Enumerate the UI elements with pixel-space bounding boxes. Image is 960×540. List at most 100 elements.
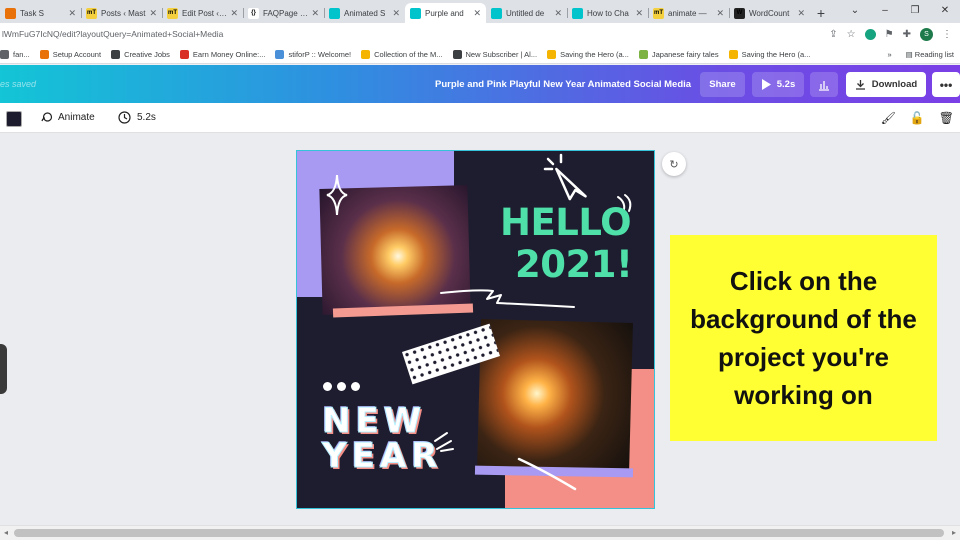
paint-format-icon[interactable]: 🖌 — [881, 111, 896, 125]
download-icon — [855, 80, 865, 90]
lock-icon[interactable]: 🔓 — [910, 111, 925, 125]
design-page[interactable]: HELLO 2021! NEW YEAR — [296, 150, 655, 509]
regenerate-icon[interactable]: ↻ — [662, 152, 686, 176]
bookmark-item[interactable]: stiforP :: Welcome! — [275, 49, 351, 59]
bookmark-item[interactable]: Collection of the M... — [361, 49, 443, 59]
new-text[interactable]: NEW — [321, 401, 426, 442]
tab-close-icon[interactable]: ✕ — [311, 8, 319, 19]
browser-tab[interactable]: Task S ✕ — [0, 3, 81, 23]
grammarly-extension-icon[interactable] — [864, 28, 876, 40]
horizontal-scrollbar[interactable]: ◂ ▸ — [0, 525, 960, 540]
tab-close-icon[interactable]: ✕ — [230, 8, 238, 19]
bookmark-item[interactable]: Earn Money Online:... — [179, 49, 265, 59]
scroll-left-arrow[interactable]: ◂ — [4, 528, 8, 537]
tab-close-icon[interactable]: ✕ — [392, 8, 400, 19]
bookmarks-overflow-icon[interactable]: » — [887, 50, 891, 59]
tab-favicon-icon: W — [734, 7, 745, 19]
animate-icon — [41, 112, 53, 122]
tab-close-icon[interactable]: ✕ — [554, 8, 562, 19]
browser-tab[interactable]: Animated S ✕ — [324, 3, 405, 23]
browser-tab[interactable]: How to Cha ✕ — [567, 3, 648, 23]
year-text[interactable]: YEAR — [321, 436, 442, 477]
scroll-right-arrow[interactable]: ▸ — [952, 528, 956, 537]
tab-title: Task S — [20, 8, 45, 18]
bookmark-star-icon[interactable]: ☆ — [847, 29, 856, 40]
profile-avatar[interactable]: S — [920, 27, 933, 41]
restore-icon[interactable]: ❐ — [900, 0, 930, 20]
bookmark-favicon-icon — [0, 49, 9, 59]
animate-button[interactable]: Animate — [40, 111, 95, 124]
share-page-icon[interactable]: ⇪ — [829, 29, 837, 40]
tab-title: FAQPage JS — [263, 8, 309, 18]
play-button[interactable]: 5.2s — [752, 72, 804, 97]
bookmark-favicon-icon — [111, 49, 121, 59]
browser-tab[interactable]: W WordCount ✕ — [729, 3, 810, 23]
decorative-dots — [323, 382, 360, 391]
extensions-puzzle-icon[interactable]: ✚ — [903, 29, 911, 40]
cursor-icon[interactable] — [539, 153, 595, 203]
insights-button[interactable] — [810, 72, 838, 97]
tab-title: Untitled de — [506, 8, 545, 18]
share-button[interactable]: Share — [700, 72, 745, 97]
tab-close-icon[interactable]: ✕ — [149, 8, 157, 19]
editor-canvas-area[interactable]: HELLO 2021! NEW YEAR ↻ Click on the back… — [0, 133, 960, 525]
reading-list-button[interactable]: ▤ Reading list — [906, 50, 954, 59]
window-controls: ⌄ – ❐ ✕ — [840, 0, 960, 20]
bookmark-label: Creative Jobs — [124, 49, 170, 59]
tab-close-icon[interactable]: ✕ — [68, 8, 76, 19]
bookmark-item[interactable]: Setup Account — [39, 49, 101, 59]
clock-icon — [118, 111, 131, 124]
tab-close-icon[interactable]: ✕ — [716, 8, 724, 19]
timing-label: 5.2s — [137, 112, 156, 123]
tab-search-icon[interactable]: ⌄ — [840, 0, 870, 20]
scrollbar-thumb[interactable] — [14, 529, 944, 537]
tab-close-icon[interactable]: ✕ — [635, 8, 643, 19]
tab-title: Purple and — [425, 8, 464, 18]
editor-toolbar: Animate 5.2s 🖌 🔓 🗑 — [0, 103, 960, 133]
browser-menu-icon[interactable]: ⋮ — [942, 29, 952, 40]
trash-icon[interactable]: 🗑 — [939, 111, 954, 125]
browser-tab[interactable]: mT Posts ‹ Mast ✕ — [81, 3, 162, 23]
bookmark-item[interactable]: Saving the Hero (a... — [728, 49, 810, 59]
sparkle-star-icon[interactable] — [325, 173, 349, 217]
tab-favicon-icon: {} — [248, 7, 259, 19]
close-window-icon[interactable]: ✕ — [930, 0, 960, 20]
url-field[interactable]: lWmFuG7IcNQ/edit?layoutQuery=Animated+So… — [0, 29, 829, 39]
side-panel-toggle[interactable] — [0, 344, 7, 394]
bookmark-item[interactable]: Japanese fairy tales — [638, 49, 719, 59]
bookmark-label: Japanese fairy tales — [651, 49, 719, 59]
tab-title: WordCount — [749, 8, 790, 18]
browser-tab[interactable]: Purple and ✕ — [405, 3, 486, 23]
bookmark-favicon-icon — [638, 49, 648, 59]
browser-tab[interactable]: {} FAQPage JS ✕ — [243, 3, 324, 23]
bookmark-label: Collection of the M... — [374, 49, 443, 59]
tab-title: How to Cha — [587, 8, 629, 18]
play-duration: 5.2s — [776, 79, 796, 90]
browser-tab[interactable]: Untitled de ✕ — [486, 3, 567, 23]
more-options-button[interactable]: ••• — [932, 72, 960, 97]
tab-close-icon[interactable]: ✕ — [473, 8, 481, 19]
sparkler-photo-bottom[interactable] — [477, 319, 633, 475]
bookmark-favicon-icon — [361, 49, 371, 59]
minimize-icon[interactable]: – — [870, 0, 900, 20]
hello-text[interactable]: HELLO — [500, 201, 632, 244]
background-color-swatch[interactable] — [6, 111, 22, 127]
tab-close-icon[interactable]: ✕ — [797, 8, 805, 19]
timing-button[interactable]: 5.2s — [118, 111, 156, 124]
year-2021-text[interactable]: 2021! — [515, 243, 633, 286]
tab-favicon-icon — [491, 7, 502, 19]
bookmark-item[interactable]: Saving the Hero (a... — [547, 49, 629, 59]
browser-tab[interactable]: mT Edit Post ‹ M ✕ — [162, 3, 243, 23]
reading-list-label: Reading list — [914, 49, 954, 59]
bookmark-favicon-icon — [275, 49, 285, 59]
download-button[interactable]: Download — [846, 72, 926, 97]
bookmark-item[interactable]: New Subscriber | Al... — [452, 49, 537, 59]
bookmark-item[interactable]: fan... — [0, 49, 30, 59]
new-tab-button[interactable]: + — [810, 3, 832, 23]
design-title[interactable]: Purple and Pink Playful New Year Animate… — [435, 79, 691, 90]
extension-icon[interactable]: ⚑ — [885, 29, 894, 40]
bookmark-item[interactable]: Creative Jobs — [111, 49, 170, 59]
tab-title: Edit Post ‹ M — [182, 8, 228, 18]
browser-tab[interactable]: mT animate — ✕ — [648, 3, 729, 23]
tab-favicon-icon: mT — [653, 7, 664, 19]
